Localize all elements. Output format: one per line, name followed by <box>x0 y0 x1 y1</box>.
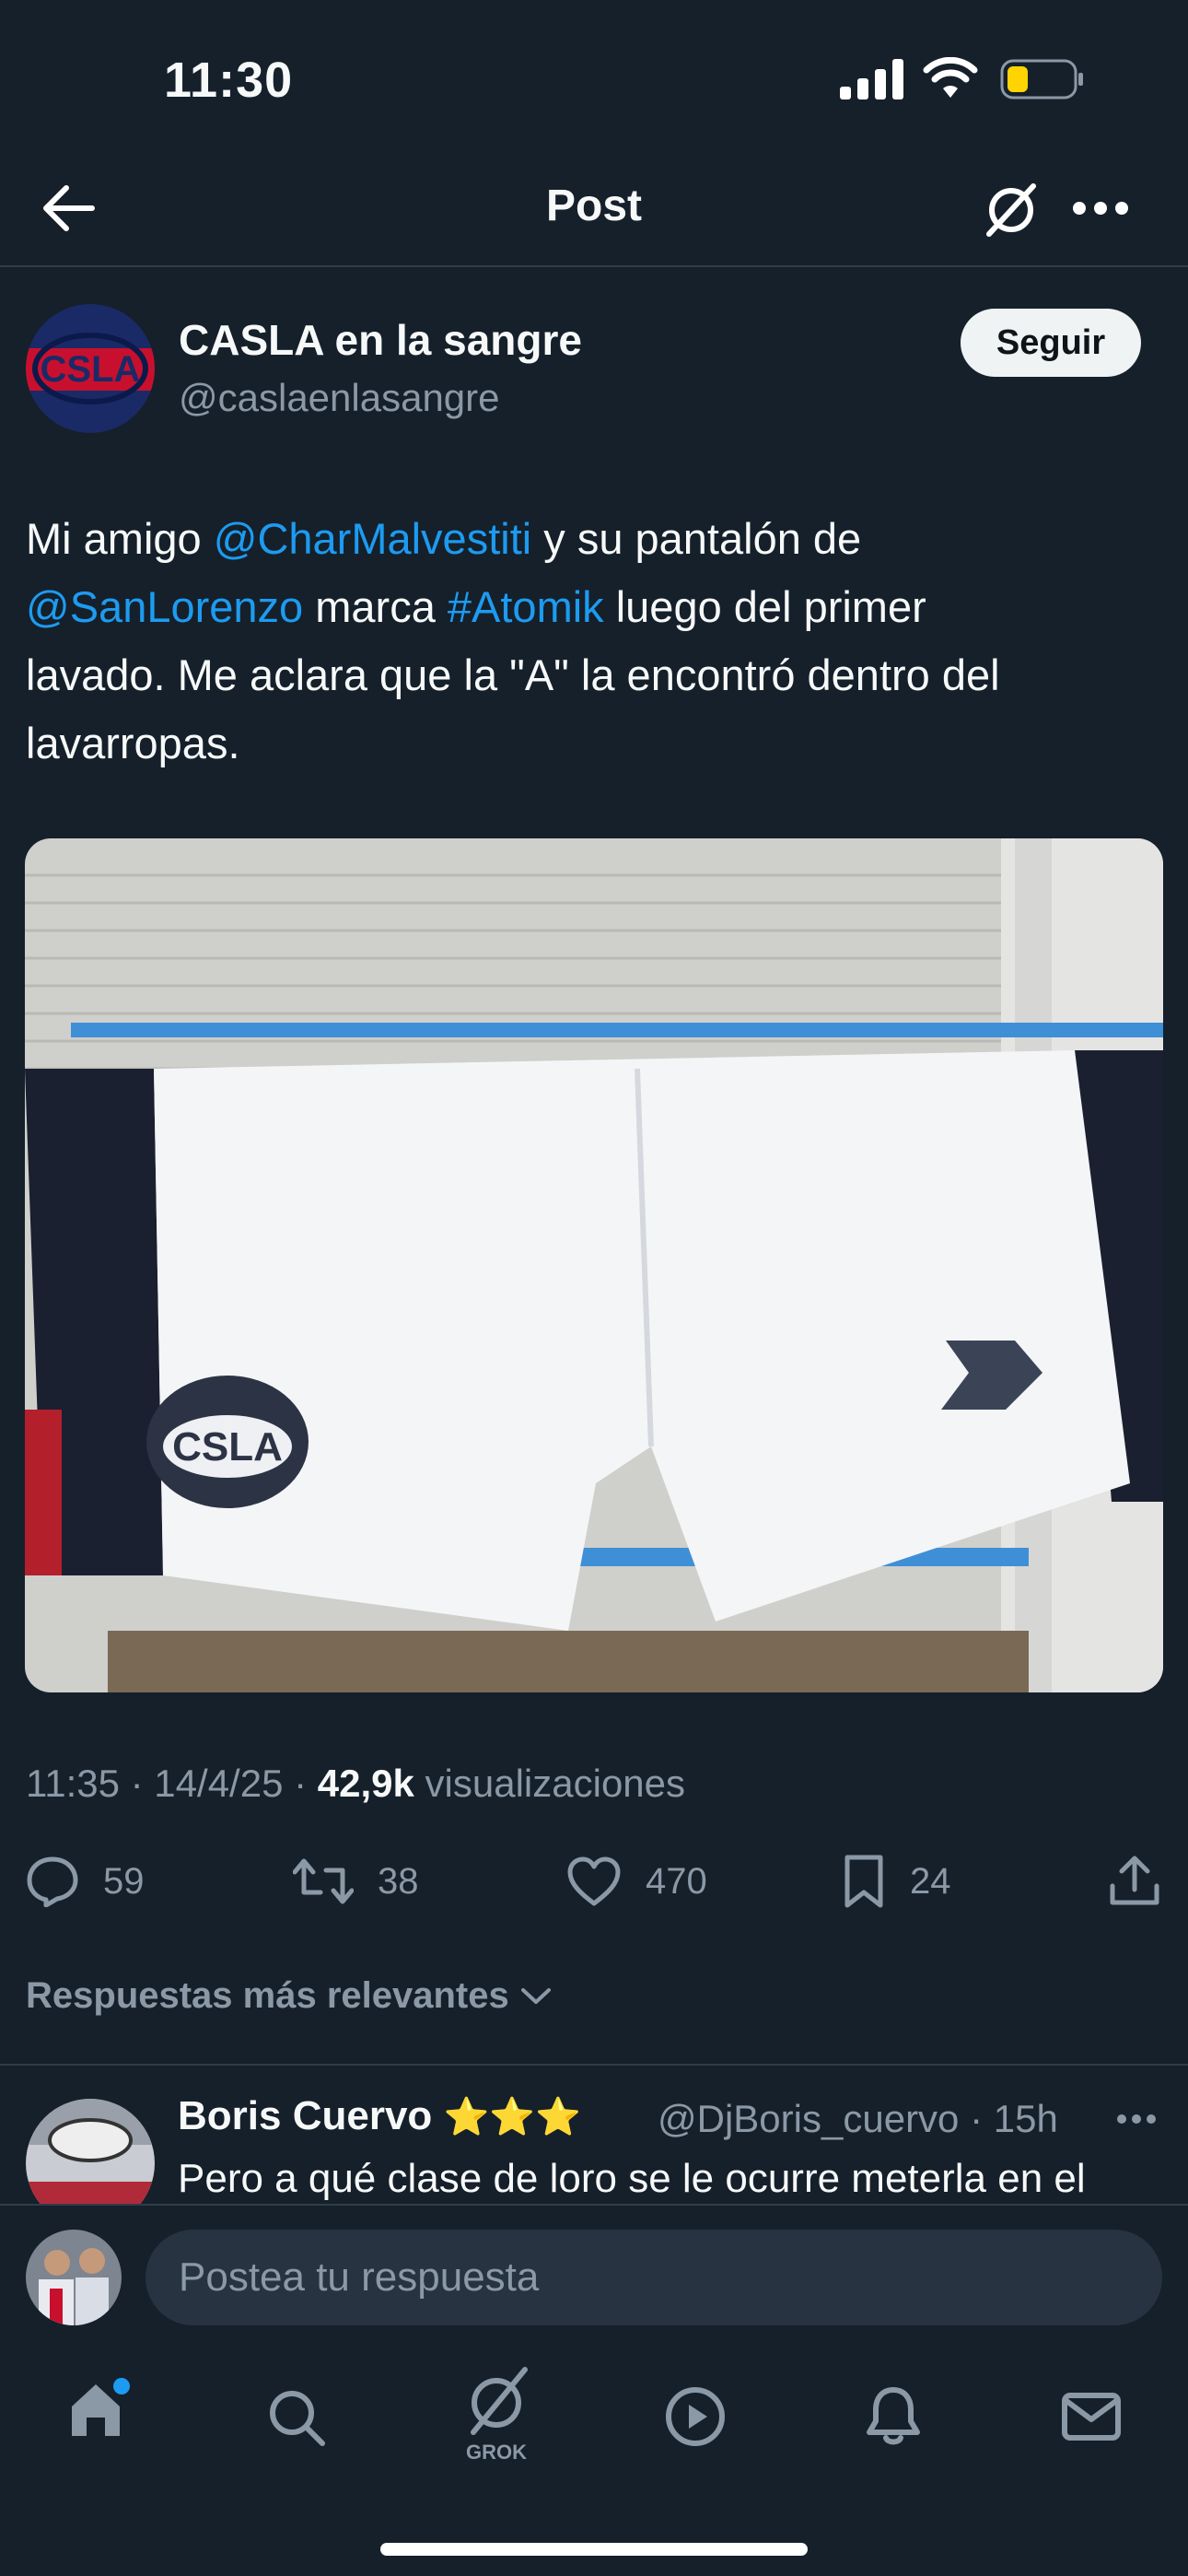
author-name[interactable]: CASLA en la sangre <box>179 315 582 365</box>
tweet-text-segment: marca <box>303 582 448 631</box>
status-time: 11:30 <box>164 53 294 108</box>
like-action[interactable]: 470 <box>566 1854 707 1909</box>
search-icon[interactable] <box>267 2388 326 2447</box>
reply-author-name-text: Boris Cuervo <box>178 2093 433 2138</box>
views-label: visualizaciones <box>413 1762 686 1805</box>
replies-sort-dropdown[interactable]: Respuestas más relevantes <box>26 1975 552 2017</box>
replies-sort-label: Respuestas más relevantes <box>26 1975 509 2016</box>
svg-text:CSLA: CSLA <box>172 1424 283 1469</box>
bottom-navigation <box>0 2340 1188 2576</box>
tweet-media-image[interactable]: CSLA <box>25 838 1163 1692</box>
hashtag-link[interactable]: #Atomik <box>448 582 604 631</box>
post-timestamp: 11:35 · 14/4/25 · <box>26 1762 318 1805</box>
reply-text: Pero a qué clase de loro se le ocurre me… <box>178 2156 1086 2201</box>
tweet-text: Mi amigo @CharMalvestiti y su pantalón d… <box>26 505 1159 778</box>
repost-count: 38 <box>378 1860 419 1902</box>
share-action[interactable] <box>1109 1854 1160 1909</box>
share-icon <box>1110 1856 1159 1905</box>
reply-input[interactable] <box>146 2230 1162 2325</box>
reply-author-stars: ⭐⭐⭐ <box>443 2097 581 2137</box>
like-count: 470 <box>646 1860 707 1902</box>
more-options-icon[interactable] <box>1072 201 1129 216</box>
bookmark-action[interactable]: 24 <box>842 1854 951 1909</box>
grok-nav-icon <box>471 2367 528 2435</box>
mention-link[interactable]: @SanLorenzo <box>26 582 303 631</box>
follow-button[interactable]: Seguir <box>961 309 1141 377</box>
reply-count: 59 <box>103 1860 145 1902</box>
post-metadata: 11:35 · 14/4/25 · 42,9k visualizaciones <box>26 1762 685 1806</box>
tweet-text-segment: luego del primer <box>603 582 926 631</box>
reply-icon <box>27 1856 78 1907</box>
wifi-icon <box>923 57 978 98</box>
tweet-text-line: lavarropas. <box>26 719 240 767</box>
reply-more-icon[interactable] <box>1116 2113 1157 2125</box>
home-indicator <box>380 2543 808 2556</box>
grok-icon[interactable] <box>982 181 1041 240</box>
battery-icon <box>1000 59 1083 100</box>
messages-icon[interactable] <box>1061 2392 1122 2441</box>
grok-nav-button[interactable]: GROK <box>455 2364 538 2465</box>
reply-action[interactable]: 59 <box>26 1854 145 1909</box>
tweet-text-line: lavado. Me aclara que la "A" la encontró… <box>26 650 1000 699</box>
header-divider <box>0 265 1188 267</box>
author-handle[interactable]: @caslaenlasangre <box>179 376 500 420</box>
bookmark-count: 24 <box>910 1860 951 1902</box>
signal-icon <box>840 59 903 100</box>
reply-author-name[interactable]: Boris Cuervo ⭐⭐⭐ <box>178 2093 581 2139</box>
current-user-avatar[interactable] <box>26 2230 122 2325</box>
replies-divider <box>0 2064 1188 2066</box>
chevron-down-icon <box>520 1987 551 2004</box>
grok-nav-label: GROK <box>466 2441 527 2464</box>
repost-action[interactable]: 38 <box>293 1854 419 1909</box>
bookmark-icon <box>844 1855 883 1908</box>
reply-author-handle[interactable]: @DjBoris_cuervo · 15h <box>658 2097 1058 2141</box>
notifications-icon[interactable] <box>864 2384 923 2447</box>
mention-link[interactable]: @CharMalvestiti <box>214 514 531 563</box>
author-avatar[interactable]: CSLA <box>26 304 155 433</box>
video-icon[interactable] <box>665 2386 726 2447</box>
tweet-text-segment: y su pantalón de <box>531 514 862 563</box>
views-count: 42,9k <box>317 1762 414 1805</box>
tweet-text-segment: Mi amigo <box>26 514 214 563</box>
heart-icon <box>567 1856 621 1906</box>
home-icon[interactable] <box>68 2377 133 2441</box>
repost-icon <box>293 1858 354 1904</box>
svg-text:CSLA: CSLA <box>41 349 141 390</box>
